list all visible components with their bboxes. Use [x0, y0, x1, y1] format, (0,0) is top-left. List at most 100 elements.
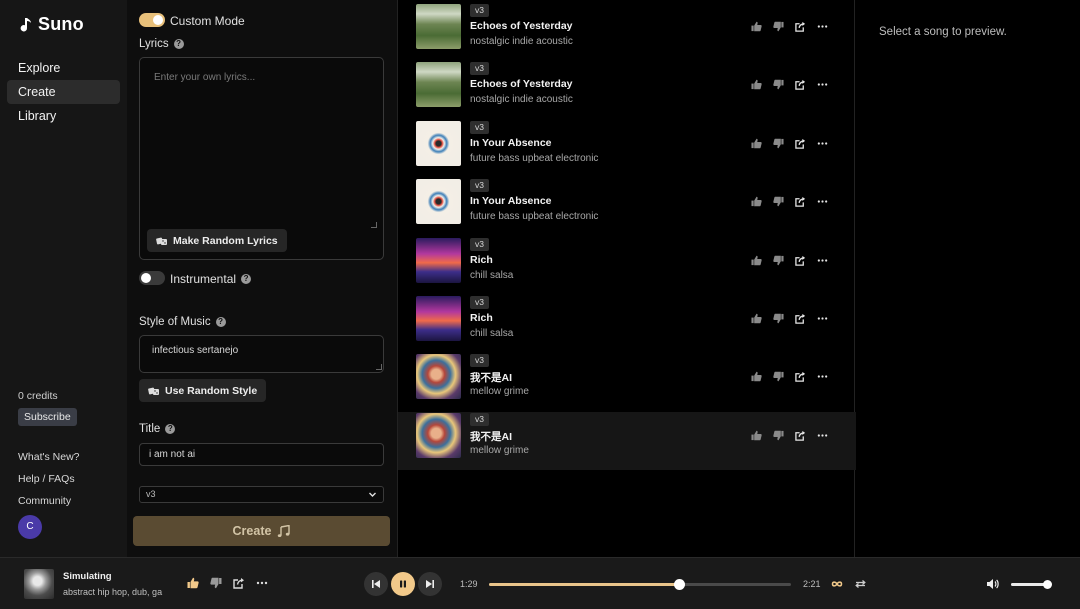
- song-cover[interactable]: [416, 296, 461, 341]
- lyrics-input[interactable]: [146, 64, 377, 230]
- share-icon[interactable]: [794, 429, 807, 442]
- share-icon[interactable]: [794, 312, 807, 325]
- thumbs-up-icon[interactable]: [750, 312, 763, 325]
- now-playing-title[interactable]: Simulating: [63, 571, 112, 582]
- song-row[interactable]: v3 In Your Absence future bass upbeat el…: [398, 120, 856, 178]
- make-random-lyrics-button[interactable]: Make Random Lyrics: [147, 229, 287, 252]
- song-cover[interactable]: [416, 237, 461, 283]
- help-icon[interactable]: ?: [215, 317, 226, 327]
- subscribe-button[interactable]: Subscribe: [18, 408, 77, 426]
- song-row[interactable]: v3 Echoes of Yesterday nostalgic indie a…: [398, 61, 856, 119]
- share-icon[interactable]: [794, 370, 807, 383]
- thumbs-down-icon[interactable]: [772, 20, 785, 33]
- custom-mode-toggle[interactable]: [139, 13, 165, 27]
- pause-button[interactable]: [391, 572, 415, 596]
- song-style: future bass upbeat electronic: [470, 152, 599, 164]
- thumbs-down-icon[interactable]: [772, 370, 785, 383]
- thumbs-down-icon[interactable]: [772, 312, 785, 325]
- thumbs-up-icon[interactable]: [750, 137, 763, 150]
- song-cover[interactable]: [416, 120, 461, 166]
- more-icon[interactable]: [816, 429, 829, 442]
- song-cover[interactable]: [416, 179, 461, 225]
- now-playing-cover[interactable]: [24, 569, 54, 599]
- song-row[interactable]: v3 我不是AI mellow grime: [398, 411, 856, 470]
- help-icon[interactable]: ?: [165, 424, 176, 434]
- title-input[interactable]: [139, 443, 384, 466]
- share-icon[interactable]: [794, 78, 807, 91]
- share-icon[interactable]: [794, 20, 807, 33]
- volume-slider[interactable]: [1011, 580, 1052, 589]
- thumbs-up-icon[interactable]: [750, 429, 763, 442]
- thumbs-up-icon[interactable]: [750, 78, 763, 91]
- avatar[interactable]: C: [18, 515, 42, 539]
- sidebar-item-library[interactable]: Library: [7, 104, 120, 128]
- thumbs-down-icon[interactable]: [772, 195, 785, 208]
- song-row[interactable]: v3 In Your Absence future bass upbeat el…: [398, 178, 856, 236]
- song-cover[interactable]: [416, 62, 461, 108]
- more-icon[interactable]: [816, 137, 829, 150]
- song-title[interactable]: Rich: [470, 312, 493, 324]
- repeat-icon[interactable]: [855, 579, 866, 589]
- song-title[interactable]: 我不是AI: [470, 370, 512, 385]
- more-icon[interactable]: [816, 78, 829, 91]
- song-title[interactable]: 我不是AI: [470, 429, 512, 444]
- help-faqs-link[interactable]: Help / FAQs: [18, 473, 75, 485]
- thumbs-down-icon[interactable]: [772, 137, 785, 150]
- progress-slider[interactable]: [489, 579, 791, 590]
- share-icon[interactable]: [233, 577, 245, 589]
- help-icon[interactable]: ?: [173, 39, 184, 49]
- logo[interactable]: Suno: [18, 14, 84, 35]
- share-icon[interactable]: [794, 254, 807, 267]
- next-button[interactable]: [418, 572, 442, 596]
- resize-handle-icon[interactable]: [371, 222, 377, 228]
- song-title[interactable]: Rich: [470, 254, 493, 266]
- thumbs-up-icon[interactable]: [750, 20, 763, 33]
- thumbs-down-icon[interactable]: [772, 254, 785, 267]
- song-cover[interactable]: [416, 412, 461, 458]
- style-input[interactable]: infectious sertanejo: [139, 335, 384, 373]
- model-version-select[interactable]: v3: [139, 486, 384, 503]
- instrumental-toggle[interactable]: [139, 271, 165, 285]
- song-title[interactable]: In Your Absence: [470, 195, 552, 207]
- more-icon[interactable]: [256, 577, 268, 589]
- loop-infinity-icon[interactable]: [831, 579, 843, 589]
- community-link[interactable]: Community: [18, 495, 71, 507]
- title-label-text: Title: [139, 423, 161, 435]
- song-cover[interactable]: [416, 354, 461, 400]
- song-row[interactable]: v3 Rich chill salsa: [398, 237, 856, 295]
- previous-button[interactable]: [364, 572, 388, 596]
- song-title[interactable]: In Your Absence: [470, 137, 552, 149]
- thumbs-up-icon[interactable]: [750, 195, 763, 208]
- sidebar-item-create[interactable]: Create: [7, 80, 120, 104]
- sidebar-item-explore[interactable]: Explore: [7, 56, 120, 80]
- thumbs-down-icon[interactable]: [772, 78, 785, 91]
- thumbs-up-icon[interactable]: [750, 254, 763, 267]
- create-button[interactable]: Create: [133, 516, 390, 546]
- more-icon[interactable]: [816, 20, 829, 33]
- whats-new-link[interactable]: What's New?: [18, 451, 80, 463]
- volume-icon[interactable]: [986, 578, 999, 590]
- more-icon[interactable]: [816, 370, 829, 383]
- song-row[interactable]: v3 我不是AI mellow grime: [398, 353, 856, 411]
- more-icon[interactable]: [816, 195, 829, 208]
- use-random-style-button[interactable]: Use Random Style: [139, 379, 267, 402]
- share-icon[interactable]: [794, 137, 807, 150]
- song-cover[interactable]: [416, 4, 461, 49]
- song-row[interactable]: v3 Rich chill salsa: [398, 295, 856, 353]
- thumbs-up-icon[interactable]: [750, 370, 763, 383]
- more-icon[interactable]: [816, 254, 829, 267]
- share-icon[interactable]: [794, 195, 807, 208]
- volume-handle[interactable]: [1042, 580, 1052, 589]
- song-title[interactable]: Echoes of Yesterday: [470, 20, 573, 32]
- song-title[interactable]: Echoes of Yesterday: [470, 78, 573, 90]
- help-icon[interactable]: ?: [241, 274, 252, 284]
- thumbs-up-icon[interactable]: [187, 577, 199, 589]
- song-row[interactable]: v3 Echoes of Yesterday nostalgic indie a…: [398, 3, 856, 61]
- more-icon[interactable]: [816, 312, 829, 325]
- now-playing-style: abstract hip hop, dub, ga: [63, 587, 163, 597]
- progress-handle[interactable]: [673, 579, 685, 590]
- thumbs-down-icon[interactable]: [210, 577, 222, 589]
- instrumental-label: Instrumental ?: [170, 272, 252, 286]
- resize-handle-icon[interactable]: [376, 364, 382, 370]
- thumbs-down-icon[interactable]: [772, 429, 785, 442]
